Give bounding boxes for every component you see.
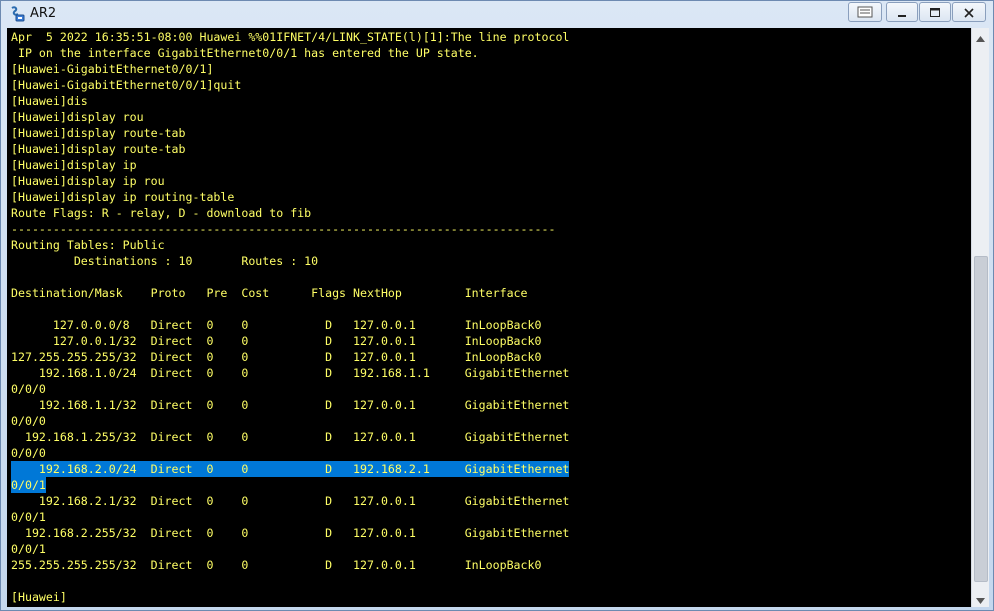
terminal-output[interactable]: Apr 5 2022 16:35:51-08:00 Huawei %%01IFN…: [11, 29, 971, 607]
scroll-up-arrow-icon: [976, 27, 985, 46]
terminal-line-text: [Huawei-GigabitEthernet0/0/1]quit: [11, 78, 242, 92]
terminal-line: 255.255.255.255/32 Direct 0 0 D 127.0.0.…: [11, 557, 971, 573]
terminal-line: 127.255.255.255/32 Direct 0 0 D 127.0.0.…: [11, 349, 971, 365]
terminal-line-text: 192.168.1.255/32 Direct 0 0 D 127.0.0.1 …: [11, 430, 570, 444]
terminal-line: 192.168.1.0/24 Direct 0 0 D 192.168.1.1 …: [11, 365, 971, 381]
terminal-line: 192.168.1.255/32 Direct 0 0 D 127.0.0.1 …: [11, 429, 971, 445]
terminal-line-text: Destinations : 10 Routes : 10: [11, 254, 319, 268]
terminal-line-text: 192.168.1.1/32 Direct 0 0 D 127.0.0.1 Gi…: [11, 398, 570, 412]
terminal-line-text: [Huawei-GigabitEthernet0/0/1]: [11, 62, 214, 76]
terminal-line: [Huawei-GigabitEthernet0/0/1]: [11, 61, 971, 77]
terminal-line: 0/0/0: [11, 445, 971, 461]
terminal-line-text: 192.168.2.255/32 Direct 0 0 D 127.0.0.1 …: [11, 526, 570, 540]
terminal-line: IP on the interface GigabitEthernet0/0/1…: [11, 45, 971, 61]
terminal-line-text: 0/0/1: [11, 510, 46, 524]
terminal-line: 0/0/1: [11, 477, 971, 493]
terminal-line: 0/0/0: [11, 381, 971, 397]
terminal-line-text: [Huawei]display route-tab: [11, 126, 186, 140]
terminal-line-text: 0/0/1: [11, 542, 46, 556]
terminal-line-text: [Huawei]display ip routing-table: [11, 190, 235, 204]
terminal-line-text: [Huawei]display ip: [11, 158, 137, 172]
terminal-line: 0/0/1: [11, 509, 971, 525]
terminal-line-text: [Huawei]dis: [11, 94, 88, 108]
terminal-area[interactable]: Apr 5 2022 16:35:51-08:00 Huawei %%01IFN…: [7, 28, 971, 607]
terminal-line: 192.168.2.255/32 Direct 0 0 D 127.0.0.1 …: [11, 525, 971, 541]
terminal-line: [Huawei-GigabitEthernet0/0/1]quit: [11, 77, 971, 93]
terminal-line: ----------------------------------------…: [11, 221, 971, 237]
terminal-line: [Huawei]display rou: [11, 109, 971, 125]
maximize-icon: [930, 3, 940, 22]
terminal-line-text: [Huawei]display rou: [11, 110, 144, 124]
terminal-line-text: ----------------------------------------…: [11, 222, 556, 236]
terminal-line: [Huawei]display route-tab: [11, 141, 971, 157]
terminal-line-text: 192.168.1.0/24 Direct 0 0 D 192.168.1.1 …: [11, 366, 570, 380]
window-title: AR2: [30, 6, 57, 21]
terminal-line: Destination/Mask Proto Pre Cost Flags Ne…: [11, 285, 971, 301]
terminal-line: [Huawei]display ip: [11, 157, 971, 173]
terminal-window: AR2 Apr 5 2022 16:35:51-08:00 Huawei %%0…: [0, 0, 994, 611]
terminal-line: 192.168.1.1/32 Direct 0 0 D 127.0.0.1 Gi…: [11, 397, 971, 413]
terminal-line-text: 127.255.255.255/32 Direct 0 0 D 127.0.0.…: [11, 350, 542, 364]
terminal-line: Destinations : 10 Routes : 10: [11, 253, 971, 269]
terminal-line-text: 0/0/0: [11, 414, 46, 428]
terminal-line: Route Flags: R - relay, D - download to …: [11, 205, 971, 221]
terminal-line-text: Route Flags: R - relay, D - download to …: [11, 206, 312, 220]
terminal-line-text: [Huawei]display ip rou: [11, 174, 165, 188]
extra-button[interactable]: [848, 2, 882, 22]
minimize-icon: [897, 3, 907, 22]
terminal-line: 0/0/0: [11, 413, 971, 429]
terminal-line-text: 192.168.2.1/32 Direct 0 0 D 127.0.0.1 Gi…: [11, 494, 570, 508]
terminal-line-text: 127.0.0.0/8 Direct 0 0 D 127.0.0.1 InLoo…: [11, 318, 542, 332]
terminal-line-text: 0/0/0: [11, 382, 46, 396]
close-icon: [964, 3, 974, 22]
minimize-button[interactable]: [886, 2, 918, 22]
close-button[interactable]: [952, 2, 986, 22]
terminal-line-text: 0/0/1: [11, 477, 46, 493]
vertical-scrollbar[interactable]: [971, 28, 989, 607]
terminal-line: [Huawei]: [11, 589, 971, 605]
scrollbar-thumb[interactable]: [974, 256, 988, 582]
terminal-line-text: 0/0/0: [11, 446, 46, 460]
scroll-down-button[interactable]: [972, 590, 989, 607]
terminal-line-text: 127.0.0.1/32 Direct 0 0 D 127.0.0.1 InLo…: [11, 334, 542, 348]
terminal-line: 192.168.2.0/24 Direct 0 0 D 192.168.2.1 …: [11, 461, 971, 477]
terminal-line: Routing Tables: Public: [11, 237, 971, 253]
scroll-up-button[interactable]: [972, 28, 989, 45]
terminal-line: [Huawei]display ip routing-table: [11, 189, 971, 205]
terminal-line: [Huawei]dis: [11, 93, 971, 109]
terminal-line-text: 192.168.2.0/24 Direct 0 0 D 192.168.2.1 …: [11, 461, 570, 477]
terminal-line: 192.168.2.1/32 Direct 0 0 D 127.0.0.1 Gi…: [11, 493, 971, 509]
terminal-line: 127.0.0.0/8 Direct 0 0 D 127.0.0.1 InLoo…: [11, 317, 971, 333]
router-terminal-icon: [9, 6, 25, 22]
title-bar[interactable]: AR2: [1, 1, 993, 27]
scroll-down-arrow-icon: [976, 589, 985, 608]
terminal-line-text: Destination/Mask Proto Pre Cost Flags Ne…: [11, 286, 528, 300]
terminal-line: 0/0/1: [11, 541, 971, 557]
terminal-line: Apr 5 2022 16:35:51-08:00 Huawei %%01IFN…: [11, 29, 971, 45]
terminal-line: 127.0.0.1/32 Direct 0 0 D 127.0.0.1 InLo…: [11, 333, 971, 349]
terminal-line: [Huawei]display ip rou: [11, 173, 971, 189]
terminal-line: [Huawei]display route-tab: [11, 125, 971, 141]
terminal-line-text: 255.255.255.255/32 Direct 0 0 D 127.0.0.…: [11, 558, 542, 572]
maximize-button[interactable]: [919, 2, 951, 22]
terminal-line-text: [Huawei]: [11, 590, 67, 604]
terminal-line-text: IP on the interface GigabitEthernet0/0/1…: [11, 46, 479, 60]
terminal-line-text: Apr 5 2022 16:35:51-08:00 Huawei %%01IFN…: [11, 30, 570, 44]
extra-icon: [857, 3, 873, 22]
terminal-line-text: [Huawei]display route-tab: [11, 142, 186, 156]
terminal-line-text: Routing Tables: Public: [11, 238, 165, 252]
